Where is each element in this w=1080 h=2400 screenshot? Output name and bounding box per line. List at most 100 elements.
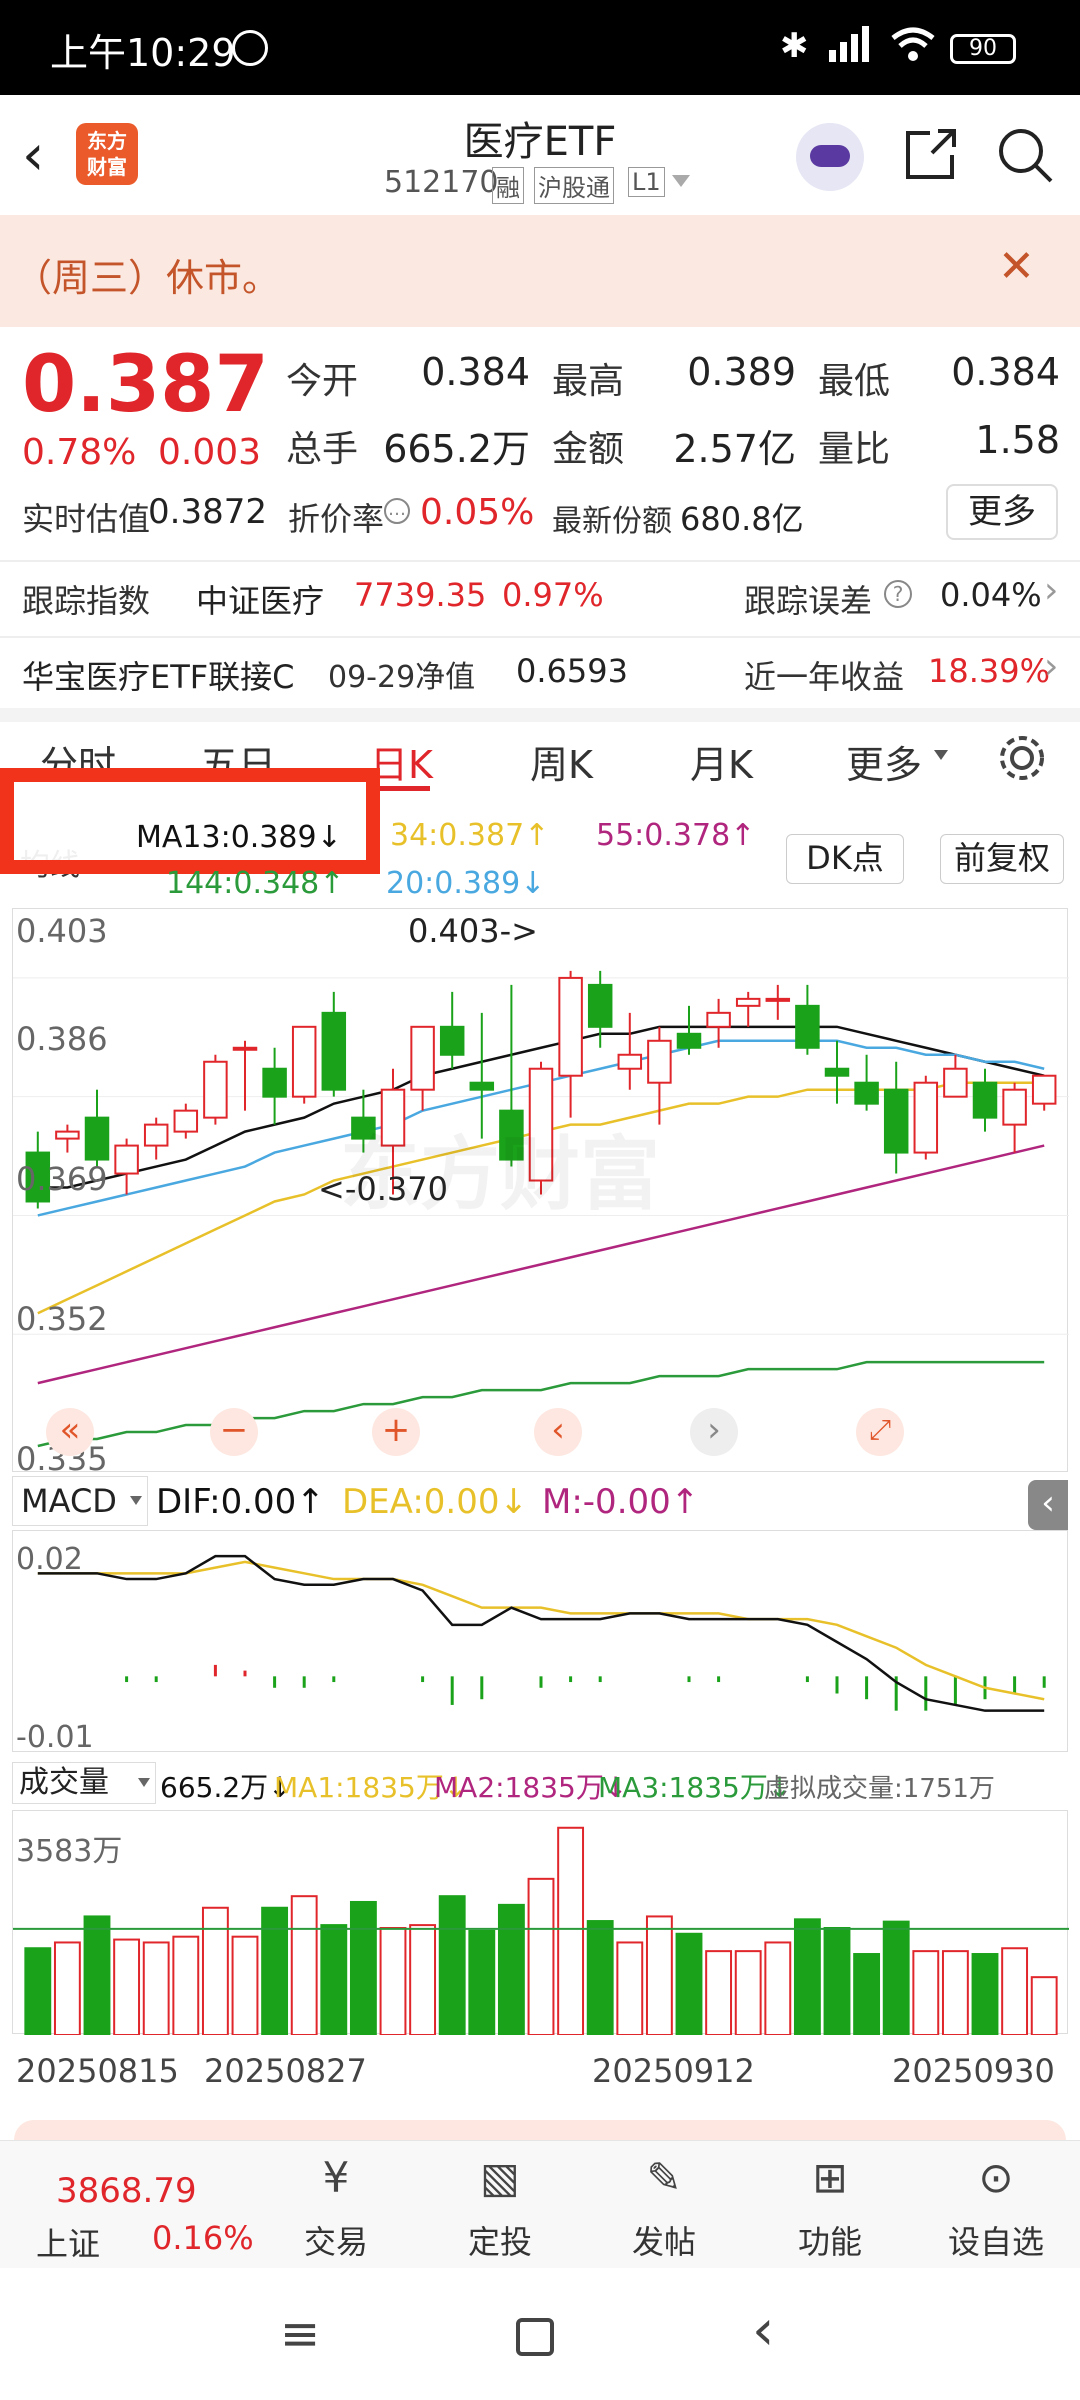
nav-post[interactable]: ✎ 发帖: [604, 2153, 724, 2263]
volume-bar: [290, 1895, 318, 2035]
section-gap: [0, 708, 1080, 722]
bottom-nav: 3868.79 上证 0.16% ¥ 交易 ▧ 定投 ✎ 发帖 ⊞ 功能 ⊙ 设…: [0, 2140, 1080, 2268]
volume-bar: [823, 1927, 851, 2035]
macd-m: M:-0.00↑: [542, 1482, 700, 1522]
discount-label: 折价率: [288, 500, 385, 538]
candle-body: [765, 997, 791, 1002]
tab-weekly-k[interactable]: 周K: [530, 734, 593, 789]
zoom-out-icon[interactable]: −: [210, 1408, 258, 1456]
next-icon[interactable]: ›: [690, 1408, 738, 1456]
candle-body: [735, 997, 761, 1007]
tracking-label: 跟踪指数: [22, 582, 151, 620]
candle-body: [114, 1144, 139, 1175]
index-value[interactable]: 3868.79: [56, 2171, 197, 2211]
chevron-down-icon[interactable]: [934, 750, 948, 760]
fund-return-value: 18.39%: [928, 652, 1051, 690]
volume-label: 总手: [286, 429, 359, 470]
divider: [0, 636, 1080, 638]
search-icon[interactable]: [995, 125, 1055, 185]
dk-point-button[interactable]: DK点: [786, 834, 904, 884]
info-icon[interactable]: …: [384, 498, 410, 524]
volume-select[interactable]: 成交量: [12, 1762, 156, 1804]
status-bar: 上午10:29 ✱ 90: [0, 0, 1080, 95]
tracking-error-label: 跟踪误差: [744, 582, 873, 620]
help-icon[interactable]: ?: [884, 580, 912, 608]
more-button[interactable]: 更多: [946, 484, 1058, 540]
rewind-icon[interactable]: «: [46, 1408, 94, 1456]
macd-dif: DIF:0.00↑: [156, 1482, 325, 1522]
assistant-avatar[interactable]: [796, 123, 864, 191]
tab-monthly-k[interactable]: 月K: [690, 734, 753, 789]
level-tag: L1: [628, 167, 665, 197]
candle-body: [439, 1025, 465, 1056]
y-label-2: 0.386: [16, 1020, 108, 1058]
volume-bar: [261, 1906, 289, 2035]
volume-bar: [586, 1920, 614, 2035]
volume-bar: [675, 1932, 703, 2035]
candle-body: [469, 1081, 495, 1091]
fund-name[interactable]: 华宝医疗ETF联接C: [22, 652, 295, 698]
bluetooth-icon: ✱: [780, 26, 809, 66]
system-nav: ≡ ‹: [0, 2268, 1080, 2400]
macd-dea: DEA:0.00↓: [342, 1482, 528, 1522]
tracking-index-value: 7739.35: [354, 576, 487, 614]
battery-icon: 90: [950, 34, 1016, 64]
margin-tag: 融: [492, 167, 524, 204]
y-label-4: 0.352: [16, 1300, 108, 1338]
ratio-label: 量比: [818, 429, 891, 470]
virtual-volume: 虚拟成交量:1751万: [764, 1774, 995, 1804]
volume-current: 665.2万↓: [160, 1771, 292, 1804]
adjust-button[interactable]: 前复权: [940, 834, 1064, 884]
candle-body: [617, 1053, 643, 1070]
settings-icon[interactable]: [996, 732, 1048, 784]
candle-body: [913, 1081, 939, 1154]
volume-bar: [912, 1950, 940, 2035]
more-dots-icon: ⊙: [978, 2153, 1014, 2202]
watermark: 东方财富: [340, 1128, 660, 1221]
tracking-index-name[interactable]: 中证医疗: [196, 576, 324, 622]
chevron-down-icon[interactable]: [138, 1778, 150, 1787]
volume-bar: [764, 1941, 792, 2035]
trade-icon: ¥: [322, 2153, 350, 2202]
index-name[interactable]: 上证: [36, 2219, 100, 2265]
fullscreen-icon[interactable]: ⤢: [856, 1408, 904, 1456]
candle-body: [943, 1067, 968, 1098]
candle-body: [203, 1060, 228, 1119]
volume-bar: [201, 1906, 229, 2035]
chevron-right-icon[interactable]: ›: [1044, 646, 1058, 687]
macd-chart[interactable]: [12, 1530, 1068, 1752]
amount-label: 金额: [552, 429, 625, 470]
chevron-right-icon[interactable]: ›: [1044, 570, 1058, 611]
volume-bar: [793, 1918, 821, 2035]
prev-icon[interactable]: ‹: [534, 1408, 582, 1456]
wifi-icon: [888, 24, 938, 64]
close-icon[interactable]: ✕: [998, 241, 1035, 292]
nav-add-watchlist[interactable]: ⊙ 设自选: [936, 2153, 1056, 2263]
candle-body: [173, 1109, 199, 1133]
chevron-down-icon[interactable]: [672, 175, 690, 187]
index-pct[interactable]: 0.16%: [152, 2219, 254, 2257]
macd-select[interactable]: MACD: [12, 1476, 148, 1526]
volume-bar: [853, 1953, 881, 2035]
zoom-in-icon[interactable]: +: [372, 1408, 420, 1456]
nav-function[interactable]: ⊞ 功能: [770, 2153, 890, 2263]
change-percent: 0.78%: [22, 432, 137, 473]
x-date-3: 20250912: [592, 2052, 755, 2090]
volume-chart[interactable]: [12, 1810, 1069, 2035]
nav-label: 功能: [797, 2223, 862, 2261]
share-icon[interactable]: [902, 125, 960, 183]
volume-bar: [320, 1924, 348, 2035]
volume-bar: [557, 1826, 585, 2035]
menu-icon[interactable]: ≡: [280, 2306, 320, 2362]
collapse-panel-icon[interactable]: ‹: [1028, 1480, 1068, 1530]
back-nav-icon[interactable]: ‹: [752, 2298, 774, 2363]
tab-more[interactable]: 更多: [846, 734, 922, 789]
amount-value: 2.57亿: [673, 427, 796, 471]
home-icon[interactable]: [516, 2318, 554, 2356]
nav-invest[interactable]: ▧ 定投: [440, 2153, 560, 2263]
ma20-value: 20:0.389↓: [386, 866, 546, 901]
nav-trade[interactable]: ¥ 交易: [276, 2153, 396, 2263]
tracking-index-pct: 0.97%: [502, 576, 604, 614]
low-value: 0.384: [951, 350, 1060, 394]
chevron-down-icon[interactable]: [130, 1496, 142, 1505]
